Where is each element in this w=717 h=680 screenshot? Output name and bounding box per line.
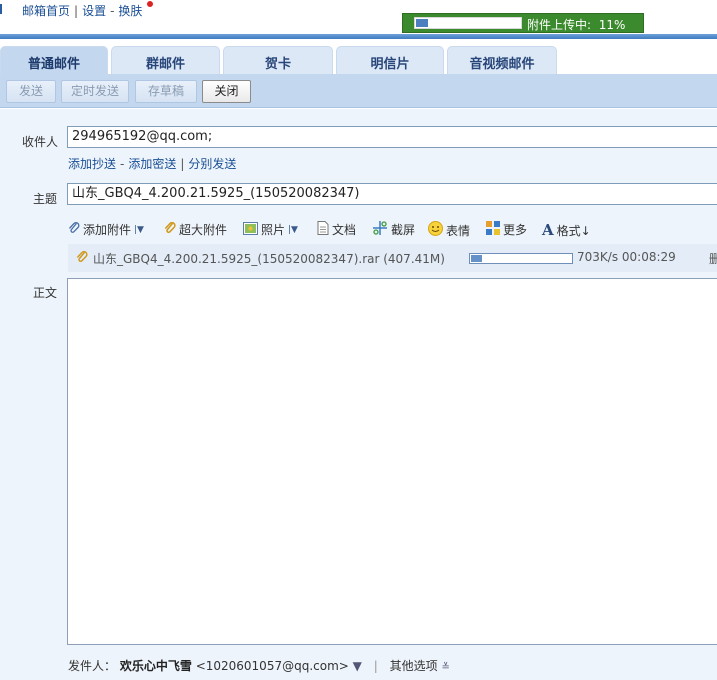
emoji-button[interactable]: 表情	[428, 221, 470, 239]
recipient-options: 添加抄送 - 添加密送 | 分别发送	[68, 157, 237, 171]
attachment-speed-time: 703K/s 00:08:29	[577, 250, 676, 264]
smiley-icon	[428, 221, 443, 239]
top-links-row: 邮箱首页 | 设置 - 换肤	[22, 4, 143, 18]
add-attachment-button[interactable]: 添加附件 |▼	[68, 221, 144, 238]
compose-form: 收件人 294965192@qq.com; 添加抄送 - 添加密送 | 分别发送 主题 …	[0, 109, 717, 680]
tab-normal-mail[interactable]: 普通邮件	[0, 46, 108, 74]
tab-greeting-card[interactable]: 贺卡	[223, 46, 333, 74]
add-cc-link[interactable]: 添加抄送	[68, 157, 116, 171]
subject-label: 主题	[33, 192, 58, 206]
new-indicator-dot	[147, 1, 153, 7]
document-icon	[317, 221, 329, 238]
save-draft-button[interactable]: 存草稿	[135, 80, 197, 103]
mailbox-home-link[interactable]: 邮箱首页	[22, 4, 70, 18]
send-button[interactable]: 发送	[6, 80, 56, 103]
document-button[interactable]: 文档	[317, 221, 356, 238]
attachment-delete-link[interactable]: 删	[709, 250, 717, 267]
chevron-down-icon[interactable]: |▼	[288, 225, 298, 235]
screenshot-button[interactable]: 截屏	[372, 221, 415, 238]
large-paperclip-icon	[164, 221, 176, 238]
tab-postcard[interactable]: 明信片	[336, 46, 444, 74]
upload-progress-panel: 附件上传中: 11%	[402, 13, 644, 33]
recipient-input[interactable]: 294965192@qq.com;	[67, 126, 717, 148]
upload-progress-fill	[416, 19, 428, 27]
attachment-filename: 山东_GBQ4_4.200.21.5925_(150520082347).rar…	[93, 252, 445, 266]
attachment-toolbar: 添加附件 |▼ 超大附件 照片 |▼ 文档 截屏 表情 更多 A 格式↓	[67, 219, 717, 241]
top-links: 邮箱首页 | 设置 - 换肤	[0, 0, 400, 20]
subject-input[interactable]: 山东_GBQ4_4.200.21.5925_(150520082347)	[67, 183, 717, 205]
format-button[interactable]: A 格式↓	[542, 221, 591, 239]
double-chevron-down-icon: ≚	[441, 662, 450, 673]
photo-icon	[243, 221, 258, 238]
nav-marker	[0, 4, 2, 14]
attachment-progress-track	[469, 253, 573, 264]
tab-av-mail[interactable]: 音视频邮件	[447, 46, 557, 74]
chevron-down-icon[interactable]: |▼	[134, 225, 144, 235]
close-button[interactable]: 关闭	[202, 80, 251, 103]
mail-type-tabs: 普通邮件 群邮件 贺卡 明信片 音视频邮件	[0, 46, 717, 74]
skin-link[interactable]: 换肤	[118, 4, 142, 18]
body-editor[interactable]	[67, 278, 717, 645]
add-bcc-link[interactable]: 添加密送	[128, 157, 176, 171]
more-button[interactable]: 更多	[486, 221, 527, 238]
settings-link[interactable]: 设置	[82, 4, 106, 18]
upload-progress-track	[414, 17, 522, 29]
recipient-label: 收件人	[22, 135, 59, 149]
separate-send-link[interactable]: 分别发送	[188, 157, 236, 171]
font-format-icon: A	[542, 221, 554, 239]
sender-dropdown-icon[interactable]: ▼	[353, 659, 362, 673]
photo-button[interactable]: 照片 |▼	[243, 221, 298, 238]
upload-progress-label: 附件上传中: 11%	[527, 18, 626, 32]
grid-icon	[486, 221, 500, 238]
attachment-row: 山东_GBQ4_4.200.21.5925_(150520082347).rar…	[68, 244, 717, 272]
upload-percent: 11%	[598, 18, 626, 32]
sender-email: <1020601057@qq.com>	[195, 659, 349, 673]
paperclip-icon	[68, 221, 80, 238]
sender-row: 发件人： 欢乐心中飞雪 <1020601057@qq.com> ▼ | 其他选项…	[68, 659, 450, 673]
tab-group-mail[interactable]: 群邮件	[111, 46, 220, 74]
header-divider	[0, 34, 717, 39]
other-options-link[interactable]: 其他选项 ≚	[390, 659, 450, 673]
schedule-send-button[interactable]: 定时发送	[61, 80, 129, 103]
attachment-progress-fill	[471, 255, 483, 262]
sender-name: 欢乐心中飞雪	[119, 659, 192, 673]
compose-toolbar: 发送 定时发送 存草稿 关闭	[0, 74, 717, 108]
scissors-icon	[372, 221, 388, 238]
large-attachment-button[interactable]: 超大附件	[164, 221, 227, 238]
paperclip-icon	[76, 250, 88, 267]
body-label: 正文	[33, 286, 58, 300]
